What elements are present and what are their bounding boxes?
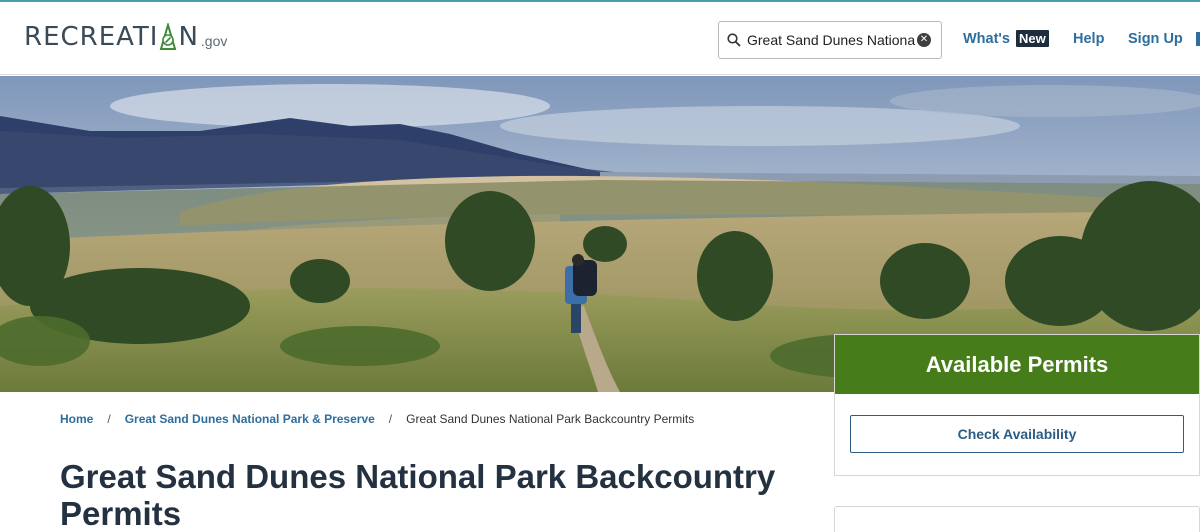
cut-off-nav-item[interactable] (1196, 32, 1200, 46)
logo-tree-compass-icon (160, 23, 177, 50)
whats-new-link[interactable]: What's New (963, 30, 1049, 47)
help-link[interactable]: Help (1073, 31, 1104, 47)
site-header: RECREATIN .gov ✕ What's New Help Sign Up (0, 0, 1200, 75)
breadcrumb-park-link[interactable]: Great Sand Dunes National Park & Preserv… (125, 412, 375, 426)
search-icon (727, 33, 741, 47)
check-availability-button[interactable]: Check Availability (850, 415, 1184, 453)
available-permits-panel: Available Permits Check Availability (834, 334, 1200, 476)
logo-wordmark: RECREATI N (24, 22, 199, 52)
whats-new-label: What's (963, 31, 1010, 47)
breadcrumb-separator: / (107, 412, 111, 426)
sign-up-link[interactable]: Sign Up (1128, 31, 1183, 47)
breadcrumb-separator: / (388, 412, 393, 426)
secondary-panel (834, 506, 1200, 532)
clear-search-icon[interactable]: ✕ (917, 33, 931, 47)
search-input[interactable] (747, 32, 915, 48)
available-permits-heading: Available Permits (835, 335, 1199, 394)
page-title: Great Sand Dunes National Park Backcount… (60, 458, 776, 532)
breadcrumb: Home / Great Sand Dunes National Park & … (60, 412, 694, 426)
search-box[interactable]: ✕ (718, 21, 942, 59)
recreation-gov-logo[interactable]: RECREATI N .gov (24, 23, 227, 51)
breadcrumb-home-link[interactable]: Home (60, 412, 93, 426)
breadcrumb-current: Great Sand Dunes National Park Backcount… (406, 412, 695, 426)
new-badge: New (1015, 30, 1049, 47)
logo-gov-suffix: .gov (200, 33, 228, 49)
